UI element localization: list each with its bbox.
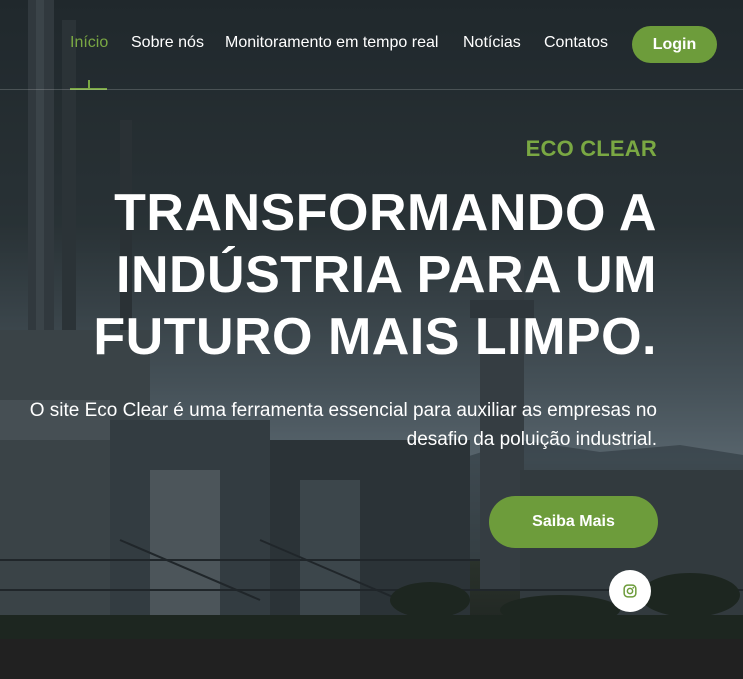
nav-item-noticias[interactable]: Notícias: [463, 34, 521, 52]
hero-headline: TRANSFORMANDO A INDÚSTRIA PARA UM FUTURO…: [57, 182, 657, 368]
headline-line: TRANSFORMANDO A: [114, 184, 657, 242]
subtitle-line: desafio da poluição industrial.: [406, 429, 657, 450]
saiba-mais-button[interactable]: Saiba Mais: [489, 496, 658, 548]
top-navigation: Início Sobre nós Monitoramento em tempo …: [0, 0, 743, 90]
nav-item-inicio[interactable]: Início: [70, 34, 108, 52]
headline-line: INDÚSTRIA PARA UM: [116, 246, 657, 304]
footer-band: [0, 639, 743, 679]
nav-divider: [0, 89, 743, 90]
nav-item-contatos[interactable]: Contatos: [544, 34, 608, 52]
instagram-icon: [623, 584, 637, 598]
headline-line: FUTURO MAIS LIMPO.: [93, 308, 657, 366]
login-button[interactable]: Login: [632, 26, 717, 63]
instagram-button[interactable]: [609, 570, 651, 612]
nav-item-monitoramento[interactable]: Monitoramento em tempo real: [225, 34, 438, 52]
brand-label: ECO CLEAR: [525, 136, 657, 161]
subtitle-line: O site Eco Clear é uma ferramenta essenc…: [29, 400, 657, 421]
hero-section: Início Sobre nós Monitoramento em tempo …: [0, 0, 743, 639]
nav-item-sobre-nos[interactable]: Sobre nós: [131, 34, 204, 52]
hero-subtitle: O site Eco Clear é uma ferramenta essenc…: [0, 396, 657, 454]
